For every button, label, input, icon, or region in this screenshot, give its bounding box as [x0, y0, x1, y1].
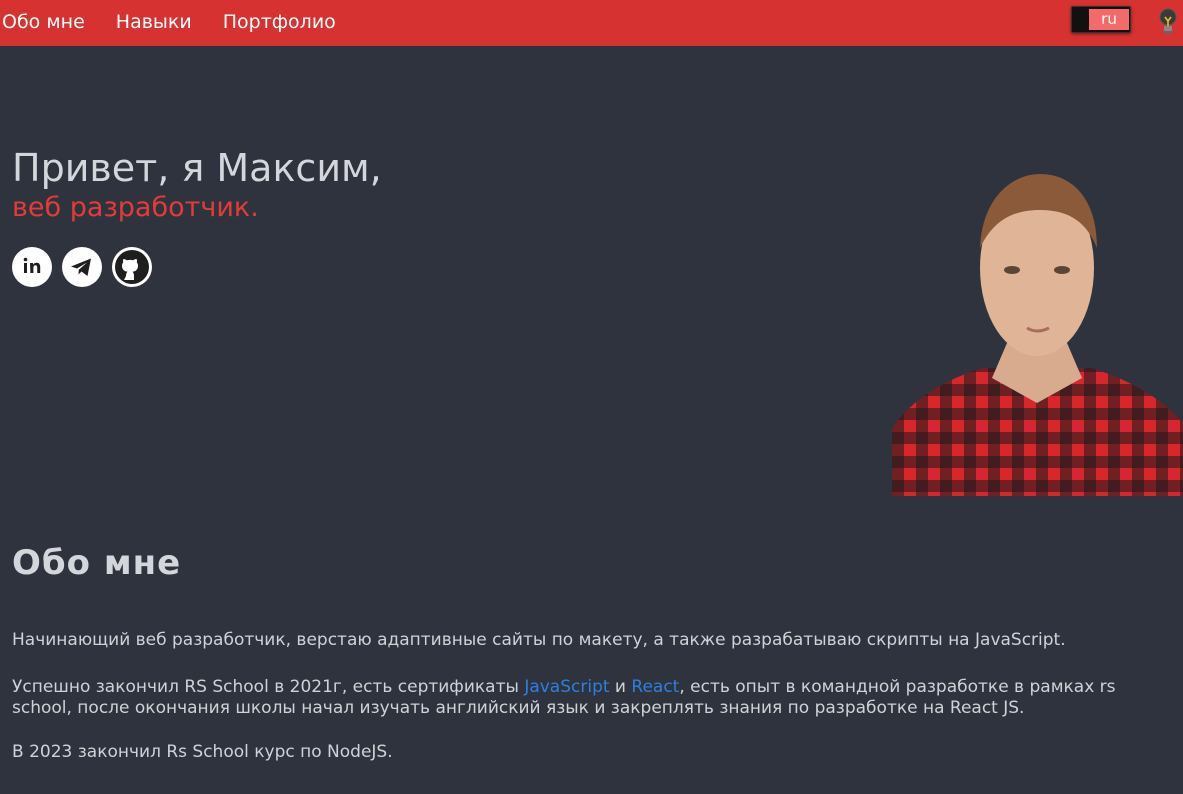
github-link[interactable] [112, 247, 152, 287]
javascript-certificate-link[interactable]: JavaScript [524, 677, 609, 697]
about-section-title: Обо мне [12, 543, 182, 583]
nav-link-about[interactable]: Обо мне [2, 11, 85, 33]
about-paragraph-2: Успешно закончил RS School в 2021г, есть… [12, 677, 1137, 719]
github-icon [115, 250, 149, 284]
main-nav: Обо мне Навыки Портфолио [2, 0, 367, 44]
profile-photo [892, 168, 1183, 496]
react-certificate-link[interactable]: React [631, 677, 679, 697]
language-toggle[interactable]: ru [1071, 6, 1131, 33]
about-paragraph-2-and: и [609, 677, 632, 697]
about-paragraph-3: В 2023 закончил Rs School курс по NodeJS… [12, 742, 393, 762]
linkedin-link[interactable] [12, 247, 52, 287]
about-paragraph-1: Начинающий веб разработчик, верстаю адап… [12, 630, 1066, 650]
linkedin-icon [23, 257, 41, 273]
nav-link-portfolio[interactable]: Портфолио [223, 11, 336, 33]
top-navbar: Обо мне Навыки Портфолио ru [0, 0, 1183, 46]
about-paragraph-2-start: Успешно закончил RS School в 2021г, есть… [12, 677, 525, 697]
hero-role: веб разработчик. [12, 192, 259, 223]
nav-link-skills[interactable]: Навыки [116, 11, 192, 33]
telegram-icon [71, 258, 91, 276]
language-label: ru [1089, 9, 1129, 30]
hero-greeting: Привет, я Максим, [12, 146, 382, 190]
lightbulb-icon[interactable] [1158, 7, 1178, 37]
telegram-link[interactable] [62, 247, 102, 287]
